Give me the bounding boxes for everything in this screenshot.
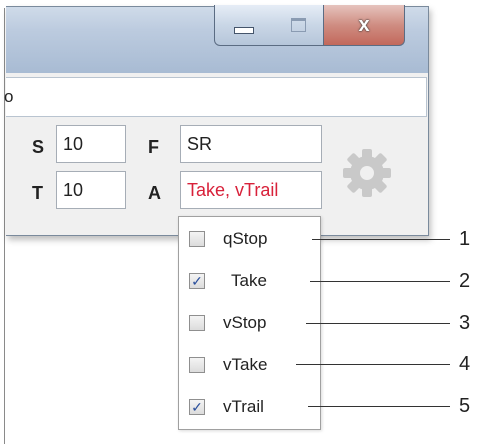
gear-icon[interactable] bbox=[339, 145, 395, 201]
checkbox[interactable] bbox=[189, 357, 205, 373]
checkbox[interactable] bbox=[189, 315, 205, 331]
callout-number-3: 3 bbox=[459, 312, 471, 334]
callout-line-2 bbox=[310, 281, 450, 282]
minimize-icon bbox=[234, 26, 254, 34]
option-take[interactable]: ✓ Take bbox=[179, 261, 320, 301]
callout-line-5 bbox=[308, 406, 450, 407]
address-field[interactable]: o bbox=[4, 77, 427, 117]
maximize-button[interactable] bbox=[273, 5, 324, 46]
t-field[interactable]: 10 bbox=[56, 171, 126, 209]
close-button[interactable]: x bbox=[324, 5, 405, 46]
page-edge bbox=[4, 8, 5, 444]
callout-line-4 bbox=[296, 364, 450, 365]
option-label: qStop bbox=[223, 229, 268, 248]
callout-number-1: 1 bbox=[459, 228, 471, 250]
option-qstop[interactable]: qStop bbox=[179, 219, 320, 259]
a-combo-field[interactable]: Take, vTrail bbox=[180, 171, 322, 209]
close-icon: x bbox=[358, 13, 370, 36]
f-field[interactable]: SR bbox=[180, 125, 322, 163]
option-label: Take bbox=[231, 271, 267, 290]
callout-number-2: 2 bbox=[459, 270, 471, 292]
a-label: A bbox=[148, 183, 161, 203]
maximize-icon bbox=[290, 18, 306, 32]
minimize-button[interactable] bbox=[214, 5, 274, 46]
t-label: T bbox=[32, 183, 43, 203]
option-vtake[interactable]: vTake bbox=[179, 345, 320, 385]
checkbox-checked[interactable]: ✓ bbox=[189, 399, 205, 415]
app-window: x o S 10 F SR T 10 A Take, vTrail bbox=[4, 5, 429, 236]
title-bar: x bbox=[6, 5, 428, 73]
option-label: vTake bbox=[223, 355, 268, 374]
address-text: o bbox=[4, 87, 14, 106]
callout-number-5: 5 bbox=[459, 395, 471, 417]
option-vstop[interactable]: vStop bbox=[179, 303, 320, 343]
callout-line-3 bbox=[306, 323, 450, 324]
option-label: vTrail bbox=[223, 397, 264, 416]
option-label: vStop bbox=[223, 313, 267, 332]
callout-number-4: 4 bbox=[459, 353, 471, 375]
options-dropdown: qStop ✓ Take vStop vTake ✓ vTrail bbox=[178, 216, 321, 430]
callout-line-1 bbox=[312, 239, 450, 240]
s-label: S bbox=[32, 137, 45, 157]
checkbox[interactable] bbox=[189, 231, 205, 247]
s-field[interactable]: 10 bbox=[56, 125, 126, 163]
checkbox-checked[interactable]: ✓ bbox=[189, 273, 205, 289]
option-vtrail[interactable]: ✓ vTrail bbox=[179, 387, 320, 427]
f-label: F bbox=[148, 137, 159, 157]
